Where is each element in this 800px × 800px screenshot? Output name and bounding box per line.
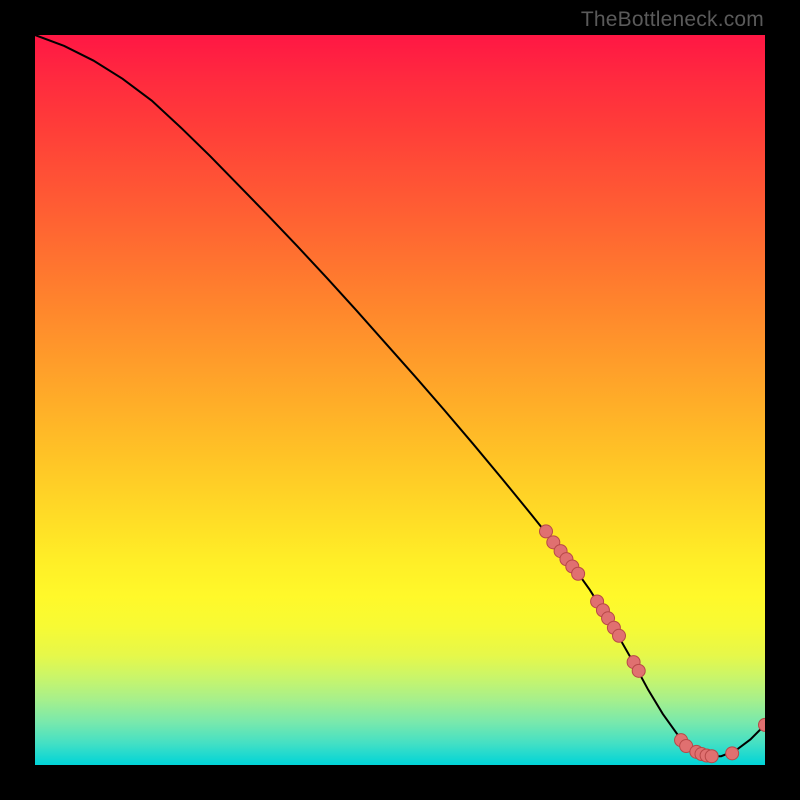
- watermark-text: TheBottleneck.com: [581, 8, 764, 32]
- bottleneck-curve: [35, 35, 765, 756]
- data-marker: [705, 750, 718, 763]
- data-marker: [632, 664, 645, 677]
- data-marker: [613, 629, 626, 642]
- marker-group: [540, 525, 766, 763]
- chart-stage: TheBottleneck.com: [0, 0, 800, 800]
- data-marker: [726, 747, 739, 760]
- plot-area: [35, 35, 765, 765]
- chart-overlay-svg: [35, 35, 765, 765]
- data-marker: [572, 567, 585, 580]
